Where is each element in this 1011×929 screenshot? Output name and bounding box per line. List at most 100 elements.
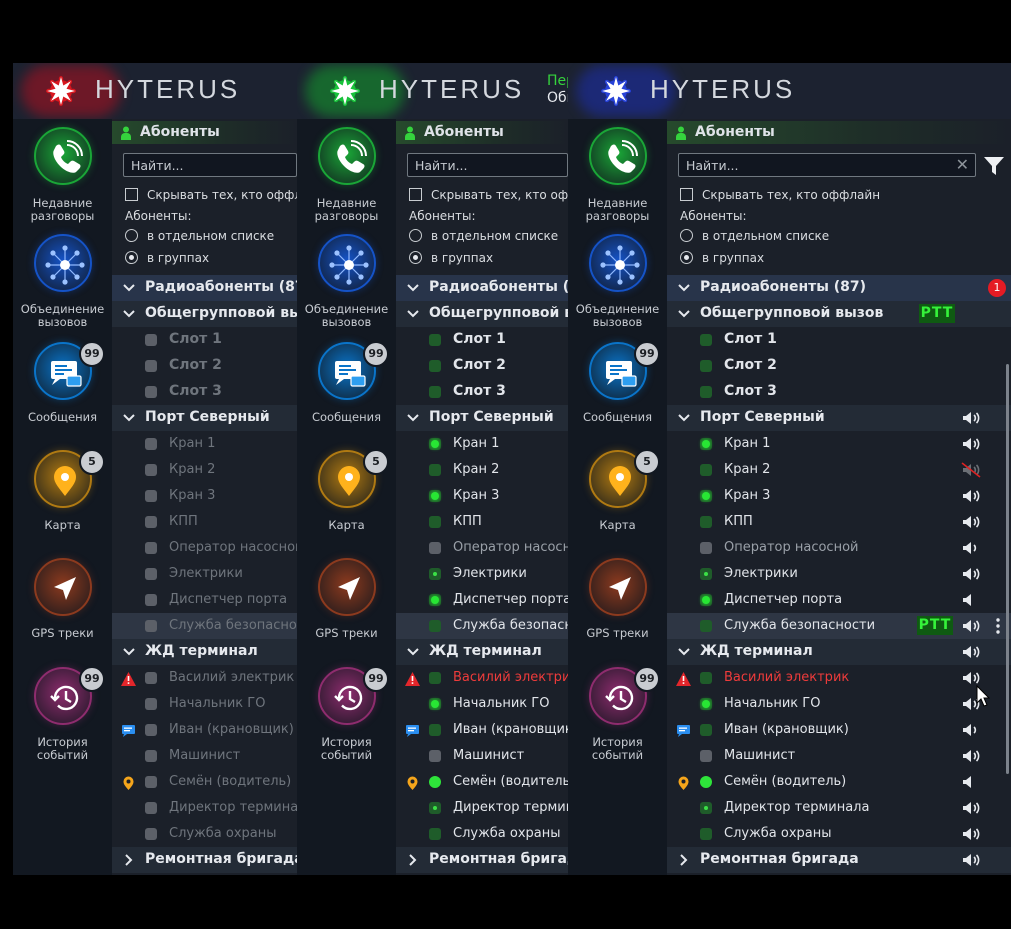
tree-member-row[interactable]: Слот 3 [667, 379, 1011, 405]
tree-member-row[interactable]: Служба охраны [396, 821, 568, 847]
tree-member-row[interactable]: Машинист [667, 743, 1011, 769]
chevron-down-icon[interactable] [406, 280, 420, 294]
tree-group[interactable]: Ремонтная бригада [396, 847, 568, 873]
sidebar-item-map-pin[interactable]: 5 Карта [568, 449, 667, 540]
tree-member-row[interactable]: Василий электрик [112, 665, 297, 691]
sidebar-item-network[interactable]: Объединение вызовов [297, 234, 396, 329]
sidebar-item-phone[interactable]: Недавние разговоры [568, 127, 667, 223]
tree-member-row[interactable]: Директор терминала [396, 795, 568, 821]
tree-member-row[interactable]: Иван (крановщик) [112, 717, 297, 743]
checkbox-box[interactable] [680, 188, 693, 201]
checkbox-box[interactable] [409, 188, 422, 201]
sidebar-item-network[interactable]: Объединение вызовов [13, 234, 112, 329]
radio-button[interactable] [680, 251, 693, 264]
chevron-down-icon[interactable] [406, 410, 420, 424]
tree-member-row[interactable]: Слот 1 [396, 327, 568, 353]
tree-member-row[interactable]: Машинист [396, 743, 568, 769]
tree-member-row[interactable]: Начальник ГО [667, 691, 1011, 717]
more-options-icon[interactable] [996, 618, 1000, 634]
tree-group[interactable]: Общегрупповой вызов [396, 301, 568, 327]
sidebar-item-navigation-arrow[interactable]: GPS треки [13, 558, 112, 648]
tree-group[interactable]: ЖД терминал [112, 639, 297, 665]
tree-member-row[interactable]: КПП [667, 509, 1011, 535]
clear-search-icon[interactable]: ✕ [956, 157, 969, 173]
tree-member-row[interactable]: Машинист [112, 743, 297, 769]
tree-member-row[interactable]: Кран 3 [667, 483, 1011, 509]
tree-member-row[interactable]: Семён (водитель) [396, 769, 568, 795]
tree-member-row[interactable]: Служба охраны [667, 821, 1011, 847]
sidebar-item-history-clock[interactable]: 99 История событий [297, 666, 396, 762]
tree-member-row[interactable]: Кран 1 [667, 431, 1011, 457]
radio-button[interactable] [409, 251, 422, 264]
speaker-icon[interactable] [961, 566, 981, 582]
tree-member-row[interactable]: Кран 1 [112, 431, 297, 457]
chevron-right-icon[interactable] [677, 852, 691, 866]
speaker-icon[interactable] [961, 670, 981, 686]
tree-member-row[interactable]: Служба безопасности [396, 613, 568, 639]
view-mode-radio[interactable]: в группах [125, 251, 209, 265]
speaker-icon[interactable] [961, 722, 981, 738]
tree-member-row[interactable]: Слот 2 [667, 353, 1011, 379]
sidebar-item-map-pin[interactable]: 5 Карта [13, 449, 112, 540]
tree-scrollbar[interactable] [1006, 364, 1009, 774]
tree-member-row[interactable]: Директор терминала [112, 795, 297, 821]
ptt-button[interactable]: PTT [917, 616, 953, 635]
tree-member-row[interactable]: Электрики [112, 561, 297, 587]
chevron-right-icon[interactable] [122, 852, 136, 866]
hide-offline-checkbox[interactable]: Скрывать тех, кто оффлайн [409, 188, 568, 202]
view-mode-radio[interactable]: в группах [409, 251, 493, 265]
tree-group[interactable]: Общегрупповой вызов PTT [667, 301, 1011, 327]
speaker-icon[interactable] [961, 514, 981, 530]
speaker-icon[interactable] [961, 540, 981, 556]
sidebar-item-message[interactable]: 99 Сообщения [13, 341, 112, 432]
speaker-icon[interactable] [961, 488, 981, 504]
view-mode-radio[interactable]: в отдельном списке [125, 229, 274, 243]
chevron-down-icon[interactable] [122, 410, 136, 424]
tree-member-row[interactable]: Семён (водитель) [667, 769, 1011, 795]
tree-member-row[interactable]: Василий электрик [396, 665, 568, 691]
tree-group[interactable]: Ремонтная бригада [112, 847, 297, 873]
chevron-down-icon[interactable] [122, 644, 136, 658]
tree-member-row[interactable]: Иван (крановщик) [396, 717, 568, 743]
sidebar-item-message[interactable]: 99 Сообщения [568, 341, 667, 432]
tree-member-row[interactable]: Кран 2 [112, 457, 297, 483]
speaker-icon[interactable] [961, 410, 981, 426]
tree-root-radio-subscribers[interactable]: Радиоабоненты (87) [396, 275, 568, 301]
tree-member-row[interactable]: Слот 2 [396, 353, 568, 379]
radio-button[interactable] [409, 229, 422, 242]
speaker-icon[interactable] [961, 618, 981, 634]
tree-member-row[interactable]: Кран 2 [396, 457, 568, 483]
tree-member-row[interactable]: КПП [112, 509, 297, 535]
tree-member-row[interactable]: Кран 3 [112, 483, 297, 509]
tree-member-row[interactable]: Служба безопасности [112, 613, 297, 639]
sidebar-item-phone[interactable]: Недавние разговоры [297, 127, 396, 223]
tree-member-row[interactable]: Иван (крановщик) [667, 717, 1011, 743]
tree-member-row[interactable]: Диспетчер порта [112, 587, 297, 613]
tree-root-radio-subscribers[interactable]: Радиоабоненты (87) 1 [667, 275, 1011, 301]
tree-group[interactable]: Порт Северный [667, 405, 1011, 431]
tree-member-row[interactable]: Оператор насосной [396, 535, 568, 561]
chevron-down-icon[interactable] [122, 280, 136, 294]
sidebar-item-history-clock[interactable]: 99 История событий [568, 666, 667, 762]
tree-group[interactable]: Общегрупповой вызов [112, 301, 297, 327]
filter-icon[interactable] [984, 157, 1004, 175]
radio-button[interactable] [125, 229, 138, 242]
speaker-icon[interactable] [961, 852, 981, 868]
hide-offline-checkbox[interactable]: Скрывать тех, кто оффлайн [680, 188, 880, 202]
tree-member-row[interactable]: Слот 1 [667, 327, 1011, 353]
tree-member-row[interactable]: Начальник ГО [112, 691, 297, 717]
speaker-icon[interactable] [961, 774, 981, 790]
tree-member-row[interactable]: Оператор насосной [667, 535, 1011, 561]
speaker-icon[interactable] [961, 748, 981, 764]
tree-member-row[interactable]: Кран 3 [396, 483, 568, 509]
tree-member-row[interactable]: Кран 1 [396, 431, 568, 457]
chevron-down-icon[interactable] [406, 306, 420, 320]
tree-member-row[interactable]: КПП [396, 509, 568, 535]
speaker-icon[interactable] [961, 826, 981, 842]
sidebar-item-navigation-arrow[interactable]: GPS треки [568, 558, 667, 648]
tree-member-row[interactable]: Электрики [396, 561, 568, 587]
tree-member-row[interactable]: Слот 1 [112, 327, 297, 353]
chevron-right-icon[interactable] [406, 852, 420, 866]
tree-member-row[interactable]: Диспетчер порта [396, 587, 568, 613]
tree-member-row[interactable]: Слот 3 [396, 379, 568, 405]
